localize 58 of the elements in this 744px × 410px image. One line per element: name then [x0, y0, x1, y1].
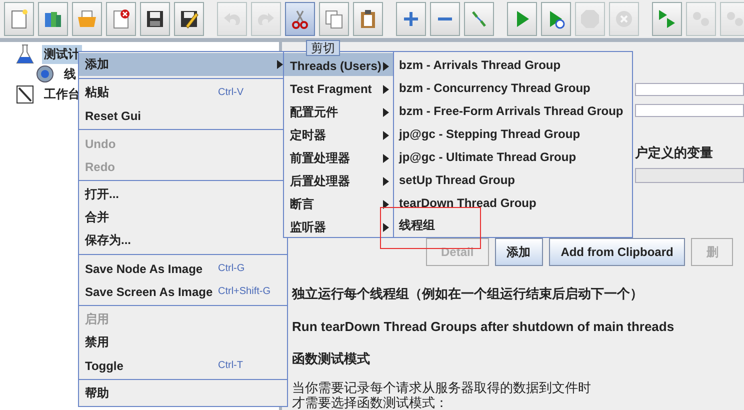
menu-item[interactable]: 打开... [79, 183, 287, 206]
menu-item[interactable]: Threads (Users) [284, 53, 393, 76]
section-label: 户定义的变量 [635, 144, 713, 162]
note-text: 当你需要记录每个请求从服务器取得的数据到文件时 [292, 380, 591, 395]
option-label: Run tearDown Thread Groups after shutdown of main threads [292, 319, 674, 334]
menu-item[interactable]: 配置元件 [284, 99, 393, 122]
option-label: 函数测试模式 [292, 350, 370, 368]
toolbar-button[interactable] [106, 2, 136, 36]
circle-x-icon [613, 8, 635, 30]
text-field[interactable] [635, 83, 744, 96]
menu-item[interactable]: Save Node As Image Ctrl-G [79, 257, 287, 280]
octagon-icon [579, 8, 601, 30]
floppy-pencil-icon [178, 8, 200, 30]
notepad-icon [14, 83, 36, 105]
menu-item[interactable]: 线程组 [394, 214, 632, 237]
folder-icon [76, 8, 98, 30]
menu-item[interactable]: 禁用 [79, 331, 287, 354]
menu-item[interactable]: 保存为... [79, 229, 287, 252]
tree-item[interactable]: 工作台 [42, 84, 82, 104]
scissors-icon [289, 8, 311, 30]
menu-item[interactable]: Toggle Ctrl-T [79, 354, 287, 377]
text-field[interactable] [635, 104, 744, 117]
tree-item[interactable]: 测试计 [42, 44, 82, 64]
toolbar-button[interactable] [541, 2, 571, 36]
menu-item[interactable]: 粘贴 Ctrl-V [79, 81, 287, 104]
shortcut-label: Ctrl-V [218, 87, 244, 98]
menu-item[interactable]: jp@gc - Ultimate Thread Group [394, 145, 632, 168]
menu-item[interactable]: tearDown Thread Group [394, 191, 632, 214]
menu-item[interactable]: Save Screen As Image Ctrl+Shift-G [79, 280, 287, 303]
tooltip: 剪切 [306, 40, 340, 56]
toolbar-button[interactable] [140, 2, 170, 36]
gear-icon [34, 63, 56, 85]
menu-item[interactable]: Test Fragment [284, 76, 393, 99]
menu-item[interactable]: bzm - Concurrency Thread Group [394, 76, 632, 99]
menu-item[interactable]: bzm - Arrivals Thread Group [394, 53, 632, 76]
menu-item[interactable]: 前置处理器 [284, 145, 393, 168]
copy-icon [323, 8, 345, 30]
toolbar-button[interactable] [353, 2, 383, 36]
panel-button[interactable]: 添加 [494, 238, 543, 266]
toolbar-button[interactable] [174, 2, 204, 36]
shortcut-label: Ctrl+Shift-G [218, 286, 271, 297]
menu-item[interactable]: 后置处理器 [284, 168, 393, 191]
menu-item[interactable]: setUp Thread Group [394, 168, 632, 191]
panel-button[interactable]: Add from Clipboard [548, 238, 686, 266]
toolbar-button[interactable] [285, 2, 315, 36]
menu-item[interactable]: 合并 [79, 206, 287, 229]
menu-item[interactable]: 监听器 [284, 214, 393, 237]
shortcut-label: Ctrl-T [218, 360, 243, 371]
menu-item[interactable]: bzm - Free-Form Arrivals Thread Group [394, 99, 632, 122]
menu-item[interactable]: 帮助 [79, 382, 287, 405]
menu-item[interactable]: jp@gc - Stepping Thread Group [394, 122, 632, 145]
shortcut-label: Ctrl-G [218, 263, 245, 274]
option-label: 独立运行每个线程组（例如在一个组运行结束后启动下一个） [292, 285, 643, 303]
menu-item[interactable]: 定时器 [284, 122, 393, 145]
menu-item[interactable]: 断言 [284, 191, 393, 214]
tree-item[interactable]: 线 [62, 64, 78, 84]
note-text: 才需要选择函数测试模式： [292, 395, 449, 410]
menu-item[interactable]: Reset Gui [79, 104, 287, 127]
